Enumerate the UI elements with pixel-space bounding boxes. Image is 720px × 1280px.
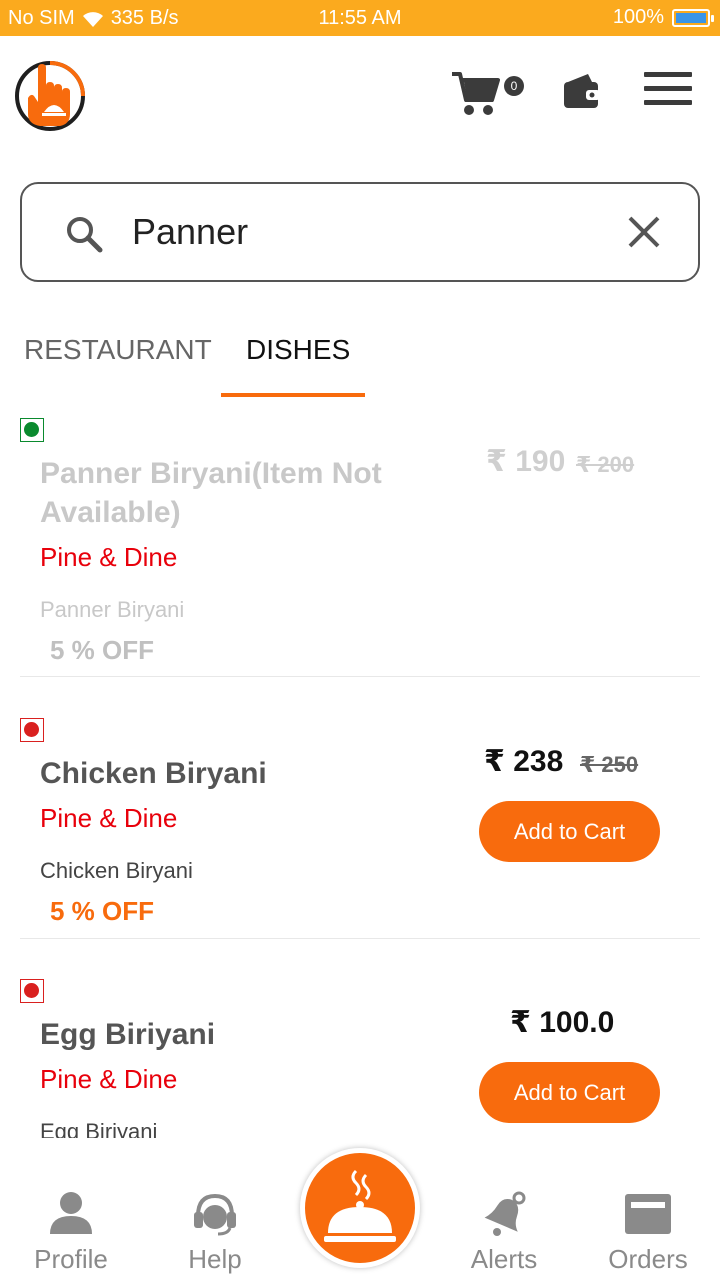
nav-help[interactable]: Help (150, 1182, 280, 1280)
nav-profile[interactable]: Profile (6, 1182, 136, 1280)
food-cloche-button[interactable] (300, 1148, 420, 1268)
original-price: ₹ 250 (580, 752, 639, 777)
active-tab-indicator (221, 393, 365, 397)
dish-name: Panner Biryani(Item Not Available) (40, 457, 382, 529)
price: ₹ 190 (486, 445, 566, 478)
search-input[interactable] (132, 206, 602, 258)
menu-line (644, 100, 692, 105)
dish-description: Egg Biriyani (40, 1119, 158, 1138)
tab-restaurant[interactable]: RESTAURANT (24, 334, 212, 366)
dish-name: Egg Biriyani (40, 1018, 216, 1051)
dish-item[interactable]: Egg Biriyani Pine & Dine Egg Biriyani ₹ … (0, 961, 720, 1138)
discount-label: 5 % OFF (50, 635, 155, 665)
restaurant-name[interactable]: Pine & Dine (40, 1064, 177, 1095)
menu-line (644, 86, 692, 91)
price: ₹ 100.0 (510, 1006, 615, 1039)
cloche-icon (324, 1169, 396, 1242)
status-bar: No SIM 335 B/s 11:55 AM 100% (0, 0, 720, 36)
nav-alerts[interactable]: Alerts (439, 1182, 569, 1280)
restaurant-name[interactable]: Pine & Dine (40, 803, 177, 834)
divider (20, 938, 700, 939)
price-block: ₹ 100.0 (460, 1005, 720, 1045)
battery-percent: 100% (612, 6, 664, 28)
price-block: ₹ 190 ₹ 200 (460, 444, 720, 484)
price-block: ₹ 238 ₹ 250 (460, 744, 720, 784)
menu-line (644, 72, 692, 77)
app-logo[interactable] (14, 58, 86, 134)
wallet-icon (564, 74, 600, 108)
dish-description: Chicken Biryani (40, 858, 193, 883)
wallet-button[interactable] (562, 72, 602, 112)
battery-fill (676, 12, 706, 23)
add-to-cart-button[interactable]: Add to Cart (479, 801, 660, 862)
hamburger-menu-button[interactable] (642, 70, 694, 110)
original-price: ₹ 200 (576, 452, 635, 477)
search-icon[interactable] (64, 214, 104, 254)
dish-list[interactable]: Panner Biryani(Item Not Available) Pine … (0, 400, 720, 1138)
nav-profile-label: Profile (34, 1244, 108, 1274)
bell-icon (484, 1191, 526, 1236)
headset-icon (194, 1193, 236, 1236)
nav-alerts-label: Alerts (470, 1244, 538, 1274)
nav-orders-label: Orders (608, 1244, 688, 1274)
battery-icon (672, 8, 714, 27)
cart-button[interactable]: 0 (450, 68, 526, 120)
nav-orders[interactable]: Orders (583, 1182, 713, 1280)
non-veg-indicator-icon (20, 979, 44, 1003)
dish-item[interactable]: Chicken Biryani Pine & Dine Chicken Biry… (0, 700, 720, 962)
veg-indicator-icon (20, 418, 44, 442)
orders-icon (625, 1194, 671, 1234)
divider (20, 676, 700, 677)
dish-name: Chicken Biryani (40, 757, 267, 790)
bottom-navigation: Profile Help Alerts Orders (0, 1138, 720, 1280)
nav-help-label: Help (188, 1244, 242, 1274)
cart-count-badge: 0 (504, 76, 524, 96)
tab-dishes[interactable]: DISHES (246, 334, 350, 366)
search-box[interactable] (20, 182, 700, 282)
non-veg-indicator-icon (20, 718, 44, 742)
dish-description: Panner Biryani (40, 597, 185, 622)
veg-dot (24, 422, 39, 437)
discount-label: 5 % OFF (50, 896, 155, 926)
person-icon (50, 1192, 92, 1234)
add-to-cart-button[interactable]: Add to Cart (479, 1062, 660, 1123)
dish-item[interactable]: Panner Biryani(Item Not Available) Pine … (0, 400, 720, 677)
restaurant-name[interactable]: Pine & Dine (40, 542, 177, 573)
non-veg-dot (24, 722, 39, 737)
close-icon[interactable] (626, 214, 662, 250)
cart-icon (452, 72, 500, 115)
non-veg-dot (24, 983, 39, 998)
price: ₹ 238 (484, 745, 564, 778)
